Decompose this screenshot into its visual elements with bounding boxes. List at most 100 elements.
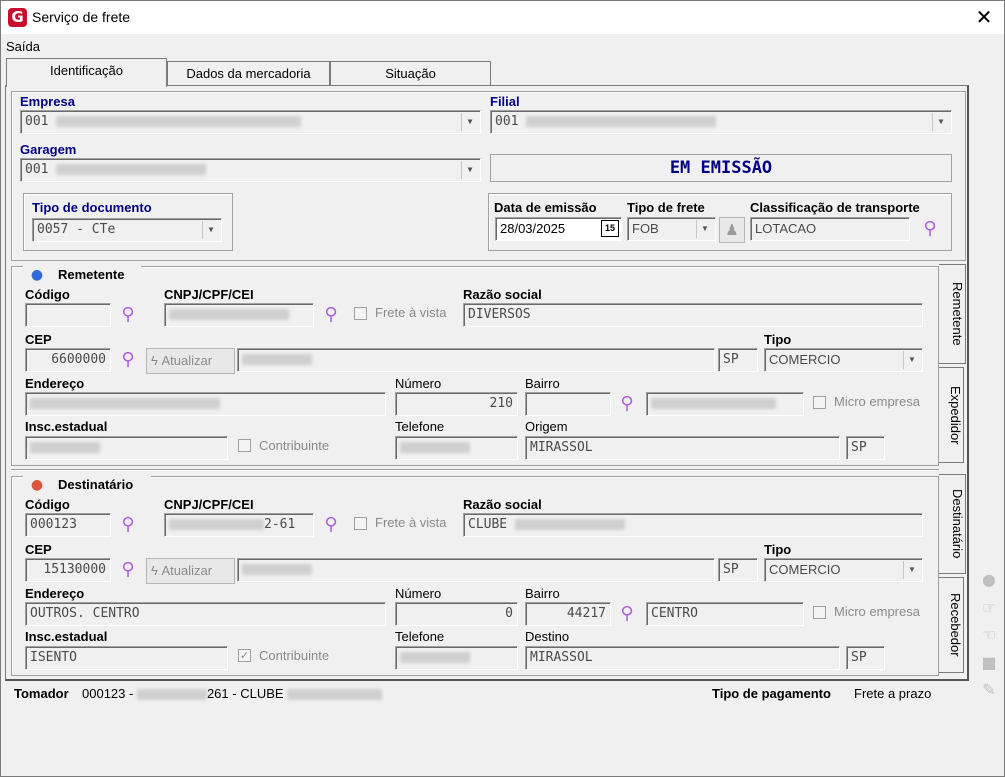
classificacao-label: Classificação de transporte [750, 200, 920, 215]
filial-select[interactable]: 001 ▼ [490, 110, 952, 134]
remetente-bairro-code-input[interactable] [525, 392, 611, 416]
tipo-pagamento-label: Tipo de pagamento [712, 686, 831, 701]
tab-recebedor[interactable]: Recebedor [939, 577, 964, 673]
destinatario-razao-input[interactable]: CLUBE [463, 513, 923, 537]
tab-dados-mercadoria[interactable]: Dados da mercadoria [167, 61, 330, 85]
user-lookup-icon[interactable]: ♟ [719, 217, 745, 243]
remetente-cnpj-input[interactable] [164, 303, 314, 327]
destino-input[interactable]: MIRASSOL [525, 646, 840, 670]
search-icon[interactable]: ⚲ [321, 515, 341, 535]
tab-situacao[interactable]: Situação [330, 61, 491, 85]
remetente-numero-input[interactable]: 210 [395, 392, 518, 416]
frete-vista-checkbox[interactable] [354, 307, 367, 320]
frete-vista-checkbox[interactable] [354, 517, 367, 530]
data-emissao-input[interactable]: 28/03/2025 15 [495, 217, 622, 241]
search-icon[interactable]: ⚲ [617, 394, 637, 414]
menu-saida[interactable]: Saída [6, 39, 40, 54]
refresh-icon: ϟ [151, 353, 158, 368]
destinatario-cidade-input[interactable] [237, 558, 715, 582]
pointer-right-icon[interactable]: ☞ [979, 598, 999, 618]
empresa-label: Empresa [20, 94, 75, 109]
cep-label: CEP [25, 332, 52, 347]
pointer-left-icon[interactable]: ☜ [979, 625, 999, 645]
micro-empresa-label: Micro empresa [834, 394, 920, 409]
search-icon[interactable]: ⚲ [617, 604, 637, 624]
razao-label: Razão social [463, 497, 542, 512]
contribuinte-checkbox[interactable] [238, 439, 251, 452]
tab-destinatario[interactable]: Destinatário [939, 474, 966, 574]
stop-icon[interactable]: ● [979, 570, 999, 590]
chevron-down-icon: ▼ [696, 220, 713, 238]
frete-vista-label: Frete à vista [375, 515, 447, 530]
telefone-label: Telefone [395, 419, 445, 434]
tab-identificacao[interactable]: Identificação [6, 58, 167, 87]
status-badge: EM EMISSÃO [490, 154, 952, 182]
destinatario-bairro-code-input[interactable]: 44217 [525, 602, 611, 626]
destinatario-bairro-nome-input[interactable]: CENTRO [646, 602, 804, 626]
origem-input[interactable]: MIRASSOL [525, 436, 840, 460]
truck-icon[interactable]: ■ [979, 653, 999, 673]
search-icon[interactable]: ⚲ [920, 219, 940, 239]
remetente-tipo-select[interactable]: COMERCIO ▼ [764, 348, 923, 372]
destinatario-cnpj-input[interactable]: 2-61 [164, 513, 314, 537]
empresa-select[interactable]: 001 ▼ [20, 110, 481, 134]
atualizar-button[interactable]: ϟ Atualizar [146, 558, 235, 584]
chevron-down-icon: ▼ [461, 113, 478, 131]
garagem-select[interactable]: 001 ▼ [20, 158, 481, 182]
destinatario-endereco-input[interactable]: OUTROS. CENTRO [25, 602, 386, 626]
destinatario-tipo-select[interactable]: COMERCIO ▼ [764, 558, 923, 582]
frete-vista-label: Frete à vista [375, 305, 447, 320]
micro-empresa-checkbox[interactable] [813, 396, 826, 409]
approve-icon[interactable]: ✎ [979, 680, 999, 700]
chevron-down-icon: ▼ [903, 561, 920, 579]
search-icon[interactable]: ⚲ [118, 560, 138, 580]
destino-label: Destino [525, 629, 570, 644]
person-icon: ● [30, 477, 44, 493]
classificacao-input[interactable]: LOTACAO [750, 217, 910, 241]
cnpj-label: CNPJ/CPF/CEI [164, 287, 254, 302]
calendar-icon[interactable]: 15 [601, 220, 619, 237]
codigo-label: Código [25, 287, 70, 302]
chevron-down-icon: ▼ [903, 351, 920, 369]
remetente-cidade-input[interactable] [237, 348, 715, 372]
bairro-label: Bairro [525, 376, 560, 391]
destino-uf-input[interactable]: SP [846, 646, 885, 670]
destinatario-codigo-input[interactable]: 000123 [25, 513, 111, 537]
origem-uf-input[interactable]: SP [846, 436, 885, 460]
app-window: G Serviço de frete ✕ Saída Identificação… [0, 0, 1005, 777]
destinatario-insc-input[interactable]: ISENTO [25, 646, 228, 670]
cnpj-label: CNPJ/CPF/CEI [164, 497, 254, 512]
micro-empresa-checkbox[interactable] [813, 606, 826, 619]
remetente-bairro-nome-input[interactable] [646, 392, 804, 416]
atualizar-button[interactable]: ϟ Atualizar [146, 348, 235, 374]
remetente-razao-input[interactable]: DIVERSOS [463, 303, 923, 327]
contribuinte-checkbox[interactable]: ✓ [238, 649, 251, 662]
tab-remetente[interactable]: Remetente [939, 264, 966, 364]
tipo-label: Tipo [764, 332, 792, 347]
tipo-pagamento-value: Frete a prazo [854, 686, 932, 701]
destinatario-numero-input[interactable]: 0 [395, 602, 518, 626]
numero-label: Número [395, 376, 442, 391]
search-icon[interactable]: ⚲ [118, 515, 138, 535]
remetente-codigo-input[interactable] [25, 303, 111, 327]
destinatario-uf-input[interactable]: SP [718, 558, 758, 582]
remetente-telefone-input[interactable] [395, 436, 518, 460]
chevron-down-icon: ▼ [202, 221, 219, 239]
search-icon[interactable]: ⚲ [321, 305, 341, 325]
remetente-endereco-input[interactable] [25, 392, 386, 416]
remetente-insc-input[interactable] [25, 436, 228, 460]
tipo-documento-select[interactable]: 0057 - CTe ▼ [32, 218, 222, 242]
remetente-cep-input[interactable]: 6600000 [25, 348, 111, 372]
remetente-uf-input[interactable]: SP [718, 348, 758, 372]
tipo-frete-select[interactable]: FOB ▼ [627, 217, 716, 241]
destinatario-telefone-input[interactable] [395, 646, 518, 670]
search-icon[interactable]: ⚲ [118, 350, 138, 370]
search-icon[interactable]: ⚲ [118, 305, 138, 325]
contribuinte-label: Contribuinte [259, 438, 330, 453]
micro-empresa-label: Micro empresa [834, 604, 920, 619]
close-icon[interactable]: ✕ [971, 4, 997, 30]
destinatario-cep-input[interactable]: 15130000 [25, 558, 111, 582]
person-icon: ● [30, 267, 44, 283]
numero-label: Número [395, 586, 442, 601]
tab-expedidor[interactable]: Expedidor [939, 367, 964, 463]
